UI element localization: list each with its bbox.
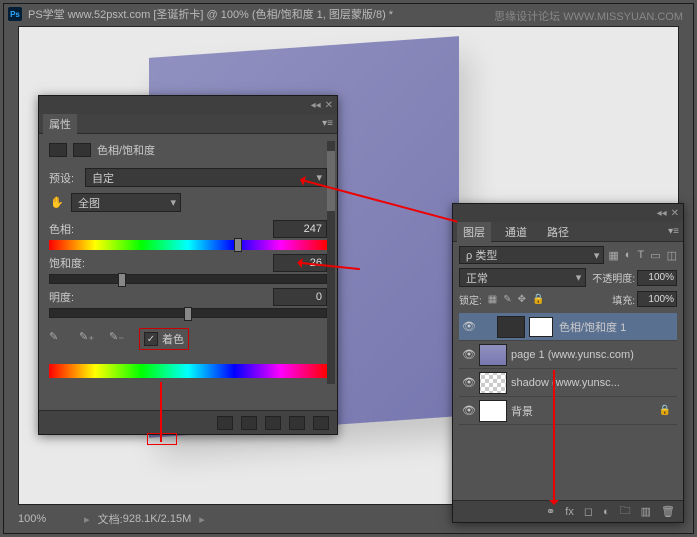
scrollbar[interactable]: [327, 141, 335, 384]
visibility-icon[interactable]: 👁: [459, 320, 479, 333]
doc-size-value: 928.1K/2.15M: [123, 513, 192, 525]
hue-range-bar: [49, 364, 327, 378]
panel-header: ◂◂ ✕: [453, 204, 683, 222]
opacity-label: 不透明度:: [592, 270, 635, 285]
trash-icon[interactable]: 🗑: [661, 505, 675, 518]
mask-icon: [73, 143, 91, 157]
range-dropdown[interactable]: 全图: [71, 193, 181, 212]
clip-icon[interactable]: [217, 416, 233, 430]
tab-channels[interactable]: 通道: [499, 222, 533, 242]
doc-size-label: 文档:: [98, 511, 123, 527]
collapse-icon[interactable]: ◂◂: [311, 100, 321, 111]
tab-paths[interactable]: 路径: [541, 222, 575, 242]
layer-list: 👁 色相/饱和度 1 👁 page 1 (www.yunsc.com) 👁 sh…: [459, 313, 677, 425]
layer-name[interactable]: 背景: [511, 403, 533, 419]
layer-name[interactable]: page 1 (www.yunsc.com): [511, 349, 634, 361]
visibility-icon[interactable]: 👁: [459, 348, 479, 361]
layers-footer: ⚭ fx ◻ ◐ 🗀 ▥ 🗑: [453, 500, 683, 522]
lock-pixels-icon[interactable]: ✎: [503, 294, 511, 305]
hue-slider[interactable]: [49, 240, 327, 250]
filter-adjust-icon[interactable]: ◐: [625, 249, 632, 262]
lightness-slider[interactable]: [49, 308, 327, 318]
layer-row[interactable]: 👁 shadow (www.yunsc...: [459, 369, 677, 397]
panel-header: ◂◂ ✕: [39, 96, 337, 114]
layer-name[interactable]: 色相/饱和度 1: [559, 319, 626, 335]
eyedropper-icon[interactable]: ✎: [49, 330, 67, 348]
hue-input[interactable]: [273, 220, 327, 238]
lock-all-icon[interactable]: 🔒: [532, 294, 544, 305]
fill-input[interactable]: [637, 291, 677, 307]
preset-label: 预设:: [49, 170, 85, 186]
adjustment-name: 色相/饱和度: [97, 142, 155, 158]
colorize-checkbox[interactable]: ✓: [144, 332, 158, 346]
layer-row[interactable]: 👁 背景 🔒: [459, 397, 677, 425]
view-previous-icon[interactable]: [241, 416, 257, 430]
colorize-highlight: ✓ 着色: [139, 328, 189, 350]
link-icon[interactable]: ⚭: [546, 505, 555, 518]
layer-mask-thumb[interactable]: [529, 317, 553, 337]
target-adjust-icon[interactable]: ✋: [49, 195, 65, 211]
filter-shape-icon[interactable]: ▭: [650, 249, 660, 262]
panel-menu-icon[interactable]: ▾≡: [668, 226, 679, 237]
layer-thumb: [479, 344, 507, 366]
filter-kind-dropdown[interactable]: ρ 类型: [459, 246, 604, 264]
layer-row[interactable]: 👁 色相/饱和度 1: [459, 313, 677, 341]
lightness-input[interactable]: [273, 288, 327, 306]
saturation-slider[interactable]: [49, 274, 327, 284]
reset-icon[interactable]: [265, 416, 281, 430]
hue-label: 色相:: [49, 221, 273, 237]
filter-pixel-icon[interactable]: ▦: [608, 249, 618, 262]
tab-layers[interactable]: 图层: [457, 222, 491, 242]
zoom-level[interactable]: 100%: [18, 513, 46, 525]
delete-icon[interactable]: [313, 416, 329, 430]
tab-properties[interactable]: 属性: [43, 114, 77, 134]
layer-row[interactable]: 👁 page 1 (www.yunsc.com): [459, 341, 677, 369]
lock-label: 锁定:: [459, 292, 482, 307]
close-icon[interactable]: ✕: [671, 208, 679, 219]
lightness-label: 明度:: [49, 289, 273, 305]
preset-dropdown[interactable]: 自定: [85, 168, 327, 187]
lock-transparent-icon[interactable]: ▦: [488, 294, 497, 305]
new-layer-icon[interactable]: ▥: [641, 505, 651, 518]
fill-label: 填充:: [612, 292, 635, 307]
eyedropper-add-icon[interactable]: ✎₊: [79, 330, 97, 348]
layers-panel: ◂◂ ✕ 图层 通道 路径 ▾≡ ρ 类型 ▦ ◐ T ▭ ◫ 正常 不透明度:: [452, 203, 684, 523]
filter-type-icon[interactable]: T: [637, 249, 644, 262]
collapse-icon[interactable]: ◂◂: [657, 208, 667, 219]
properties-footer: [39, 410, 337, 434]
visibility-icon[interactable]: 👁: [459, 376, 479, 389]
lock-position-icon[interactable]: ✥: [518, 294, 526, 305]
document-title: PS学堂 www.52psxt.com [圣诞折卡] @ 100% (色相/饱和…: [28, 6, 393, 22]
opacity-input[interactable]: [637, 270, 677, 286]
adjustment-thumb: [497, 316, 525, 338]
colorize-label: 着色: [162, 331, 184, 347]
filter-smart-icon[interactable]: ◫: [667, 249, 677, 262]
mask-add-icon[interactable]: ◻: [584, 505, 593, 518]
layer-thumb: [479, 400, 507, 422]
adjustment-icon: [49, 143, 67, 157]
visibility-icon[interactable]: 👁: [459, 404, 479, 417]
panel-menu-icon[interactable]: ▾≡: [322, 118, 333, 129]
eyedropper-subtract-icon[interactable]: ✎₋: [109, 330, 127, 348]
ps-icon: Ps: [8, 7, 22, 21]
fx-icon[interactable]: fx: [565, 506, 574, 518]
adjustment-add-icon[interactable]: ◐: [603, 506, 610, 518]
blend-mode-dropdown[interactable]: 正常: [459, 268, 586, 287]
watermark: 思缘设计论坛 WWW.MISSYUAN.COM: [494, 8, 683, 24]
toggle-visibility-icon[interactable]: [289, 416, 305, 430]
properties-panel: ◂◂ ✕ 属性 ▾≡ 色相/饱和度 预设: 自定 ✋ 全图 色相:: [38, 95, 338, 435]
zoom-flyout-icon[interactable]: ▸: [84, 513, 90, 526]
group-icon[interactable]: 🗀: [620, 502, 631, 521]
saturation-input[interactable]: [273, 254, 327, 272]
lock-icon: 🔒: [659, 405, 671, 416]
layer-thumb: [479, 372, 507, 394]
close-icon[interactable]: ✕: [325, 100, 333, 111]
layer-name[interactable]: shadow (www.yunsc...: [511, 377, 620, 389]
status-flyout-icon[interactable]: ▸: [199, 513, 205, 526]
saturation-label: 饱和度:: [49, 255, 273, 271]
